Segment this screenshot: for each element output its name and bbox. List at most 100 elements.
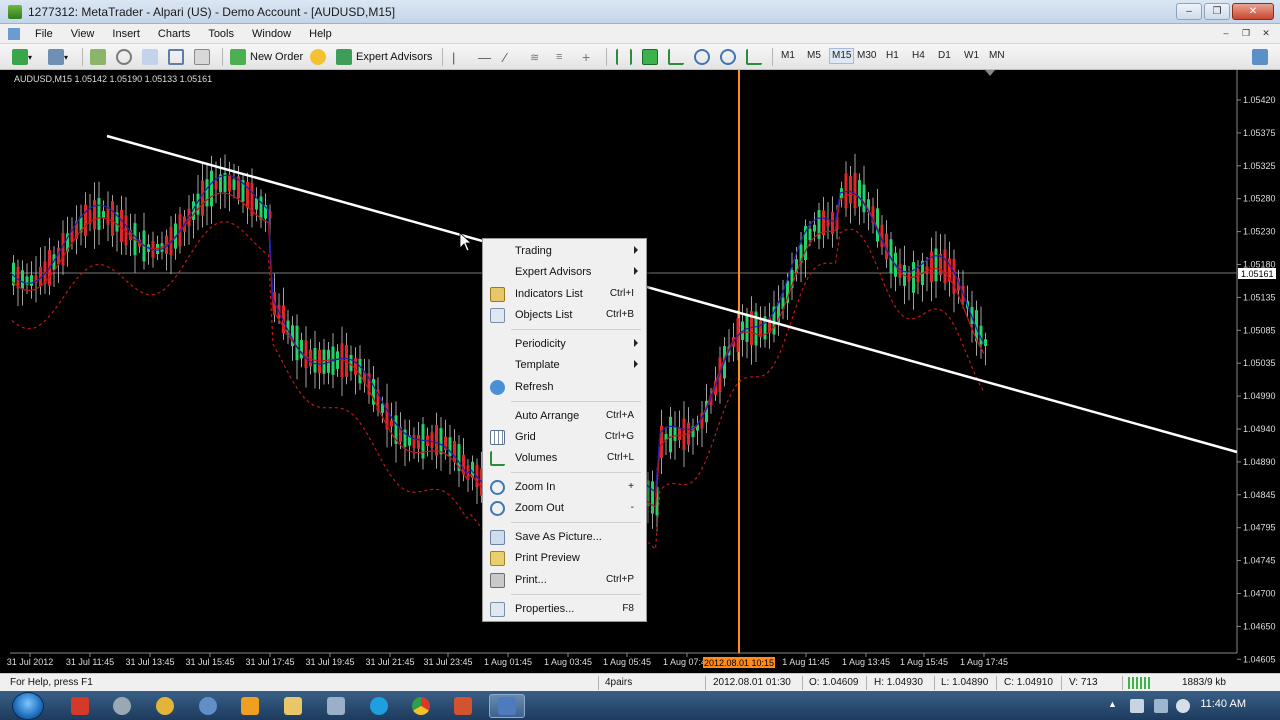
new-chart-button[interactable]: ▾: [12, 47, 32, 67]
chart-close-button[interactable]: ✕: [1258, 26, 1274, 41]
objects-list-icon: [490, 308, 505, 323]
menu-file[interactable]: File: [26, 24, 62, 44]
menu-grid[interactable]: Grid Ctrl+G: [485, 427, 644, 448]
expert-advisors-button[interactable]: Expert Advisors: [336, 47, 432, 67]
menu-bar: File View Insert Charts Tools Window Hel…: [0, 24, 1280, 44]
minimize-button[interactable]: ‒: [1176, 3, 1202, 20]
timeframe-d1[interactable]: D1: [938, 50, 951, 61]
chart-restore-button[interactable]: ❐: [1238, 26, 1254, 41]
restore-button[interactable]: ❐: [1204, 3, 1230, 20]
timeframe-m1[interactable]: M1: [781, 50, 795, 61]
candle-body: [678, 427, 681, 441]
timeframe-mn[interactable]: MN: [989, 50, 1005, 61]
menu-properties[interactable]: Properties... F8: [485, 599, 644, 620]
app-icon: [113, 697, 131, 715]
tray-app-icon[interactable]: [1130, 699, 1144, 713]
chart-shift-icon: [746, 49, 762, 65]
menu-save-as-picture[interactable]: Save As Picture...: [485, 527, 644, 548]
price-label: 1.04795: [1243, 523, 1276, 533]
menu-objects-list[interactable]: Objects List Ctrl+B: [485, 305, 644, 326]
autotrading-status-button[interactable]: [310, 47, 326, 67]
menu-charts[interactable]: Charts: [149, 24, 199, 44]
zoom-in-toolbar-button[interactable]: [694, 47, 710, 67]
channel-button[interactable]: ≋: [530, 47, 539, 67]
taskbar-powerpoint[interactable]: [445, 694, 481, 718]
candle-body: [228, 174, 231, 192]
network-icon[interactable]: [1154, 699, 1168, 713]
horizontal-line-button[interactable]: —: [478, 47, 491, 67]
menu-print-preview[interactable]: Print Preview: [485, 548, 644, 569]
timeframe-w1[interactable]: W1: [964, 50, 979, 61]
menu-print[interactable]: Print... Ctrl+P: [485, 570, 644, 591]
taskbar-clock[interactable]: 11:40 AM: [1200, 698, 1246, 710]
menu-refresh[interactable]: Refresh: [485, 377, 644, 398]
menu-auto-arrange[interactable]: Auto Arrange Ctrl+A: [485, 406, 644, 427]
navigator-button[interactable]: [116, 47, 132, 67]
taskbar-app-4[interactable]: [190, 694, 226, 718]
market-watch-button[interactable]: [90, 47, 106, 67]
menu-indicators-list[interactable]: Indicators List Ctrl+I: [485, 284, 644, 305]
zoom-out-toolbar-button[interactable]: [720, 47, 736, 67]
timeframe-m15[interactable]: M15: [829, 48, 855, 64]
data-window-button[interactable]: [142, 47, 158, 67]
menu-template[interactable]: Template: [485, 355, 644, 376]
profile-name[interactable]: 4pairs: [605, 677, 632, 688]
crosshair-time-label: 2012.08.01 10:15: [704, 658, 774, 668]
timeframe-h4[interactable]: H4: [912, 50, 925, 61]
candle-body: [201, 180, 204, 216]
taskbar-app-5[interactable]: [232, 694, 268, 718]
menu-trading[interactable]: Trading: [485, 241, 644, 262]
trendline-button[interactable]: ⁄: [504, 47, 506, 67]
show-hidden-icons[interactable]: ▲: [1108, 699, 1122, 713]
strategy-tester-button[interactable]: [194, 47, 210, 67]
chart-window-icon[interactable]: [8, 27, 20, 40]
timeframe-m30[interactable]: M30: [857, 50, 876, 61]
candle-body: [421, 424, 425, 459]
start-button[interactable]: [12, 692, 44, 720]
candle-body: [417, 434, 420, 449]
menu-zoom-in[interactable]: Zoom In +: [485, 477, 644, 498]
timeframe-h1[interactable]: H1: [886, 50, 899, 61]
cursor-button[interactable]: |: [452, 47, 455, 67]
price-label: 1.05230: [1243, 227, 1276, 237]
menu-periodicity[interactable]: Periodicity: [485, 334, 644, 355]
candle-body: [358, 358, 362, 384]
taskbar-metatrader[interactable]: [489, 694, 525, 718]
menu-window[interactable]: Window: [243, 24, 300, 44]
new-order-button[interactable]: New Order: [230, 47, 303, 67]
candlestick-button[interactable]: [642, 47, 658, 67]
taskbar-app-1[interactable]: [62, 694, 98, 718]
close-button[interactable]: ✕: [1232, 3, 1274, 20]
chat-button[interactable]: [1252, 47, 1268, 67]
taskbar-app-2[interactable]: [104, 694, 140, 718]
menu-zoom-out[interactable]: Zoom Out -: [485, 498, 644, 519]
taskbar: ▲ 11:40 AM: [0, 691, 1280, 720]
volume-icon[interactable]: [1176, 699, 1190, 713]
crosshair-button[interactable]: +: [582, 47, 590, 67]
timeframe-m5[interactable]: M5: [807, 50, 821, 61]
terminal-button[interactable]: [168, 47, 184, 67]
candle-body: [853, 172, 857, 209]
candle-body: [430, 432, 434, 449]
profiles-button[interactable]: ▾: [48, 47, 68, 67]
expert-advisors-label: Expert Advisors: [356, 51, 433, 63]
taskbar-app-7[interactable]: [318, 694, 354, 718]
menu-tools[interactable]: Tools: [199, 24, 243, 44]
menu-volumes[interactable]: Volumes Ctrl+L: [485, 448, 644, 469]
bar-chart-button[interactable]: [616, 47, 632, 67]
chart-minimize-button[interactable]: ‒: [1218, 26, 1234, 41]
new-order-label: New Order: [250, 51, 304, 63]
taskbar-app-3[interactable]: [147, 694, 183, 718]
line-chart-button[interactable]: [668, 47, 684, 67]
candle-body: [453, 441, 456, 462]
chart-shift-button[interactable]: [746, 47, 762, 67]
menu-view[interactable]: View: [62, 24, 104, 44]
candle-body: [862, 184, 866, 213]
taskbar-chrome[interactable]: [403, 694, 439, 718]
taskbar-explorer[interactable]: [275, 694, 311, 718]
menu-expert-advisors[interactable]: Expert Advisors: [485, 262, 644, 283]
menu-insert[interactable]: Insert: [103, 24, 149, 44]
fibonacci-button[interactable]: ≡: [556, 47, 562, 67]
menu-help[interactable]: Help: [300, 24, 341, 44]
taskbar-skype[interactable]: [361, 694, 397, 718]
